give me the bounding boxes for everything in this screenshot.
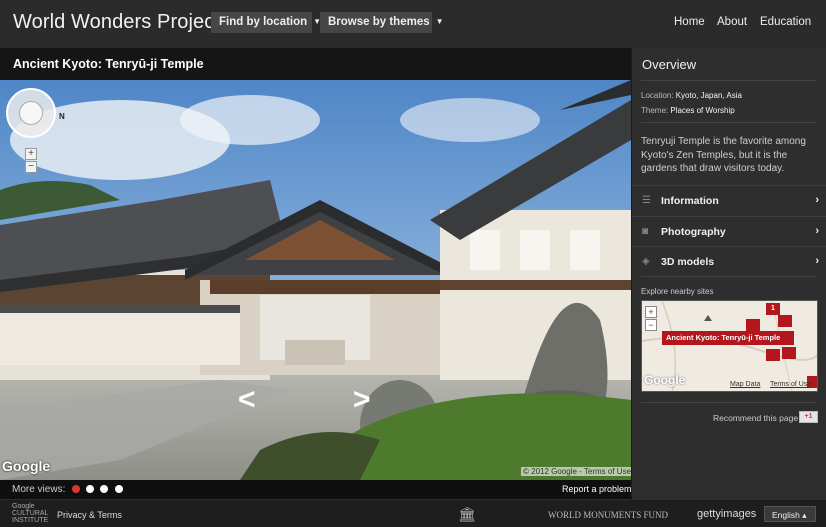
view-dot-1[interactable]: [72, 485, 80, 493]
world-monuments-fund-logo[interactable]: WORLD MONUMENTS FUND: [548, 510, 668, 520]
pan-control[interactable]: N: [6, 88, 65, 138]
location-label: Location:: [641, 91, 674, 100]
camera-icon: ◙: [642, 226, 649, 237]
map-google-logo: Google: [644, 373, 686, 387]
divider: [641, 80, 817, 81]
view-dot-3[interactable]: [100, 485, 108, 493]
view-dot-4[interactable]: [115, 485, 123, 493]
google-logo: Google: [2, 458, 51, 474]
chevron-down-icon: ▼: [435, 17, 444, 26]
section-3d-models-label: 3D models: [661, 256, 715, 268]
divider: [641, 122, 817, 123]
site-description: Tenryuji Temple is the favorite among Ky…: [641, 136, 806, 174]
theme-meta: Theme: Places of Worship: [641, 106, 735, 115]
location-meta: Location: Kyoto, Japan, Asia: [641, 91, 742, 100]
chevron-right-icon: ›: [815, 255, 819, 267]
divider: [641, 402, 817, 403]
nav-about[interactable]: About: [717, 16, 747, 28]
view-dot-2[interactable]: [86, 485, 94, 493]
map-terms-link[interactable]: Terms of Use: [770, 381, 811, 388]
nav-home[interactable]: Home: [674, 16, 705, 28]
pan-arrows-icon[interactable]: [19, 101, 43, 125]
navigate-left-arrow-icon[interactable]: <: [238, 383, 256, 417]
navigate-right-arrow-icon[interactable]: >: [353, 383, 371, 417]
section-3d-models[interactable]: ◈ 3D models ›: [632, 246, 826, 276]
site-brand[interactable]: World Wonders Project: [13, 11, 220, 34]
nearby-sites-map[interactable]: + − Ancient Kyoto: Tenryū-ji Temple 1 Go…: [641, 300, 818, 392]
section-photography[interactable]: ◙ Photography ›: [632, 216, 826, 246]
copyright-notice[interactable]: © 2012 Google - Terms of Use: [521, 467, 634, 476]
cube-icon: ◈: [642, 256, 650, 267]
nearby-sites-label: Explore nearby sites: [641, 287, 714, 296]
recommend-label: Recommend this page: [713, 413, 799, 423]
section-information-label: Information: [661, 195, 719, 207]
zoom-out-button[interactable]: −: [25, 161, 37, 173]
zoom-in-button[interactable]: +: [25, 148, 37, 160]
theme-link[interactable]: Places of Worship: [670, 106, 734, 115]
chevron-right-icon: ›: [815, 194, 819, 206]
theme-label: Theme:: [641, 106, 669, 115]
section-photography-label: Photography: [661, 226, 726, 238]
street-view-panorama[interactable]: [0, 80, 631, 480]
list-icon: ☰: [642, 195, 651, 206]
google-cultural-institute-logo[interactable]: Google CULTURAL INSTITUTE: [12, 503, 52, 524]
find-by-location-button[interactable]: Find by location ▼: [211, 12, 321, 33]
map-pin-count[interactable]: 1: [771, 305, 775, 312]
browse-by-themes-button[interactable]: Browse by themes ▼: [320, 12, 444, 33]
viewer-title-bar: Ancient Kyoto: Tenryū-ji Temple: [0, 48, 631, 80]
panorama-image: [0, 80, 631, 480]
overview-title: Overview: [642, 57, 697, 72]
getty-images-logo[interactable]: gettyimages: [697, 508, 756, 520]
compass-north-label: N: [59, 112, 65, 121]
more-views-bar: More views:: [0, 480, 631, 499]
google-plus-one-button[interactable]: +1: [799, 411, 818, 423]
language-selector[interactable]: English ▴: [764, 506, 816, 522]
location-value: Kyoto, Japan, Asia: [675, 91, 742, 100]
map-zoom-out-button[interactable]: −: [645, 319, 657, 331]
chevron-right-icon: ›: [815, 225, 819, 237]
browse-by-themes-label: Browse by themes: [328, 16, 430, 28]
map-zoom-in-button[interactable]: +: [645, 306, 657, 318]
page-title: Ancient Kyoto: Tenryū-ji Temple: [13, 57, 204, 71]
map-data-link[interactable]: Map Data: [730, 381, 760, 388]
privacy-terms-link[interactable]: Privacy & Terms: [57, 510, 122, 520]
more-views-label: More views:: [12, 484, 66, 495]
find-by-location-label: Find by location: [219, 16, 308, 28]
unesco-logo-icon[interactable]: 🏛: [458, 506, 476, 523]
nav-education[interactable]: Education: [760, 16, 811, 28]
divider: [641, 276, 817, 277]
map-site-label[interactable]: Ancient Kyoto: Tenryū-ji Temple: [666, 333, 780, 342]
section-information[interactable]: ☰ Information ›: [632, 185, 826, 215]
report-problem-link[interactable]: Report a problem: [562, 484, 632, 494]
